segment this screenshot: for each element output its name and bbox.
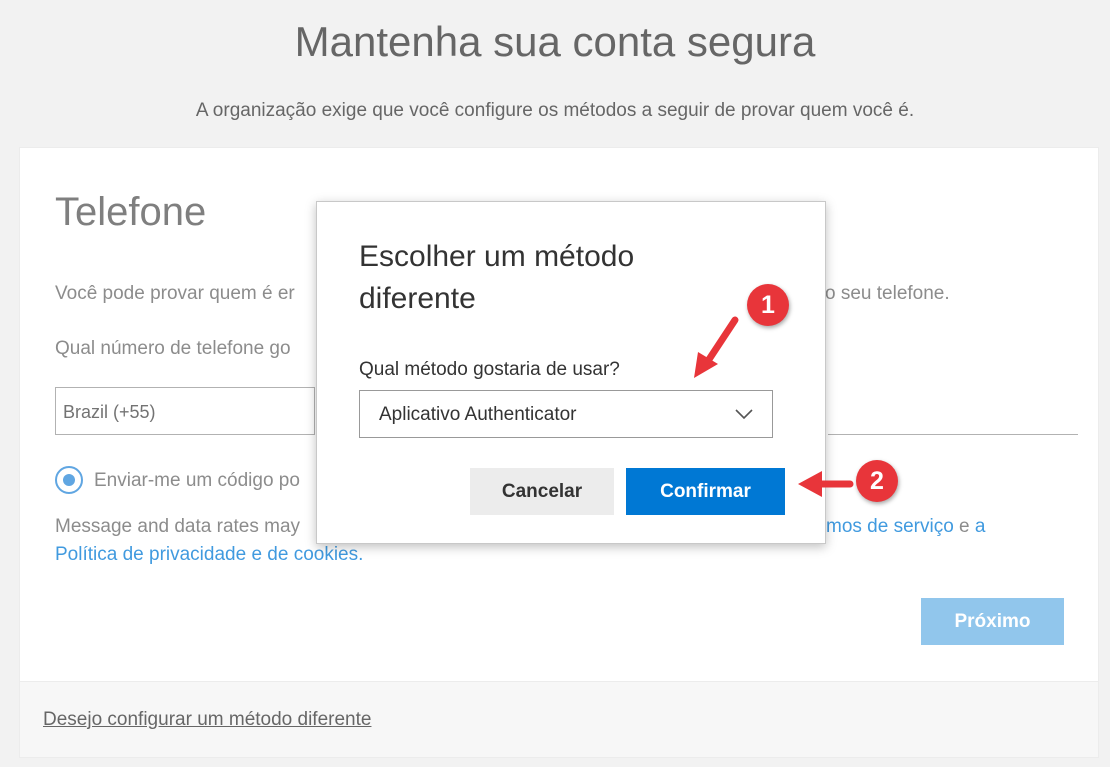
phone-question-text: Qual número de telefone go [55,338,291,359]
different-method-link[interactable]: Desejo configurar um método diferente [43,709,371,731]
terms-line: mos de serviço e a [826,516,985,538]
annotation-badge-2: 2 [856,460,898,502]
card-footer: Desejo configurar um método diferente [20,681,1098,757]
terms-link[interactable]: mos de serviço [826,516,954,537]
phone-number-input[interactable] [828,434,1078,435]
annotation-badge-1: 1 [747,284,789,326]
page-title: Mantenha sua conta segura [294,18,816,65]
intro-text-left: Você pode provar quem é er [55,283,295,304]
send-code-label: Enviar-me um código po [94,470,300,491]
and-text: e [953,516,975,537]
a-link[interactable]: a [975,516,986,537]
send-code-radio[interactable] [55,466,83,494]
chevron-down-icon [735,409,753,420]
confirm-button[interactable]: Confirmar [626,468,785,515]
method-question-label: Qual método gostaria de usar? [359,359,620,380]
intro-text-right: o seu telefone. [825,283,950,304]
rates-text: Message and data rates may [55,516,301,537]
dialog-title: Escolher um método diferente [359,240,635,315]
privacy-line: Política de privacidade e de cookies. [55,544,363,566]
privacy-link[interactable]: Política de privacidade e de cookies [55,544,358,565]
period-text: . [358,544,364,565]
method-select[interactable]: Aplicativo Authenticator [359,390,773,438]
next-button[interactable]: Próximo [921,598,1064,645]
country-select[interactable]: Brazil (+55) [55,387,315,435]
page-subtitle: A organização exige que você configure o… [195,100,915,121]
selected-method-value: Aplicativo Authenticator [379,404,577,425]
cancel-button[interactable]: Cancelar [470,468,614,515]
annotation-arrow-2 [798,471,854,497]
section-title: Telefone [55,190,207,234]
annotation-arrow-1 [694,316,739,378]
